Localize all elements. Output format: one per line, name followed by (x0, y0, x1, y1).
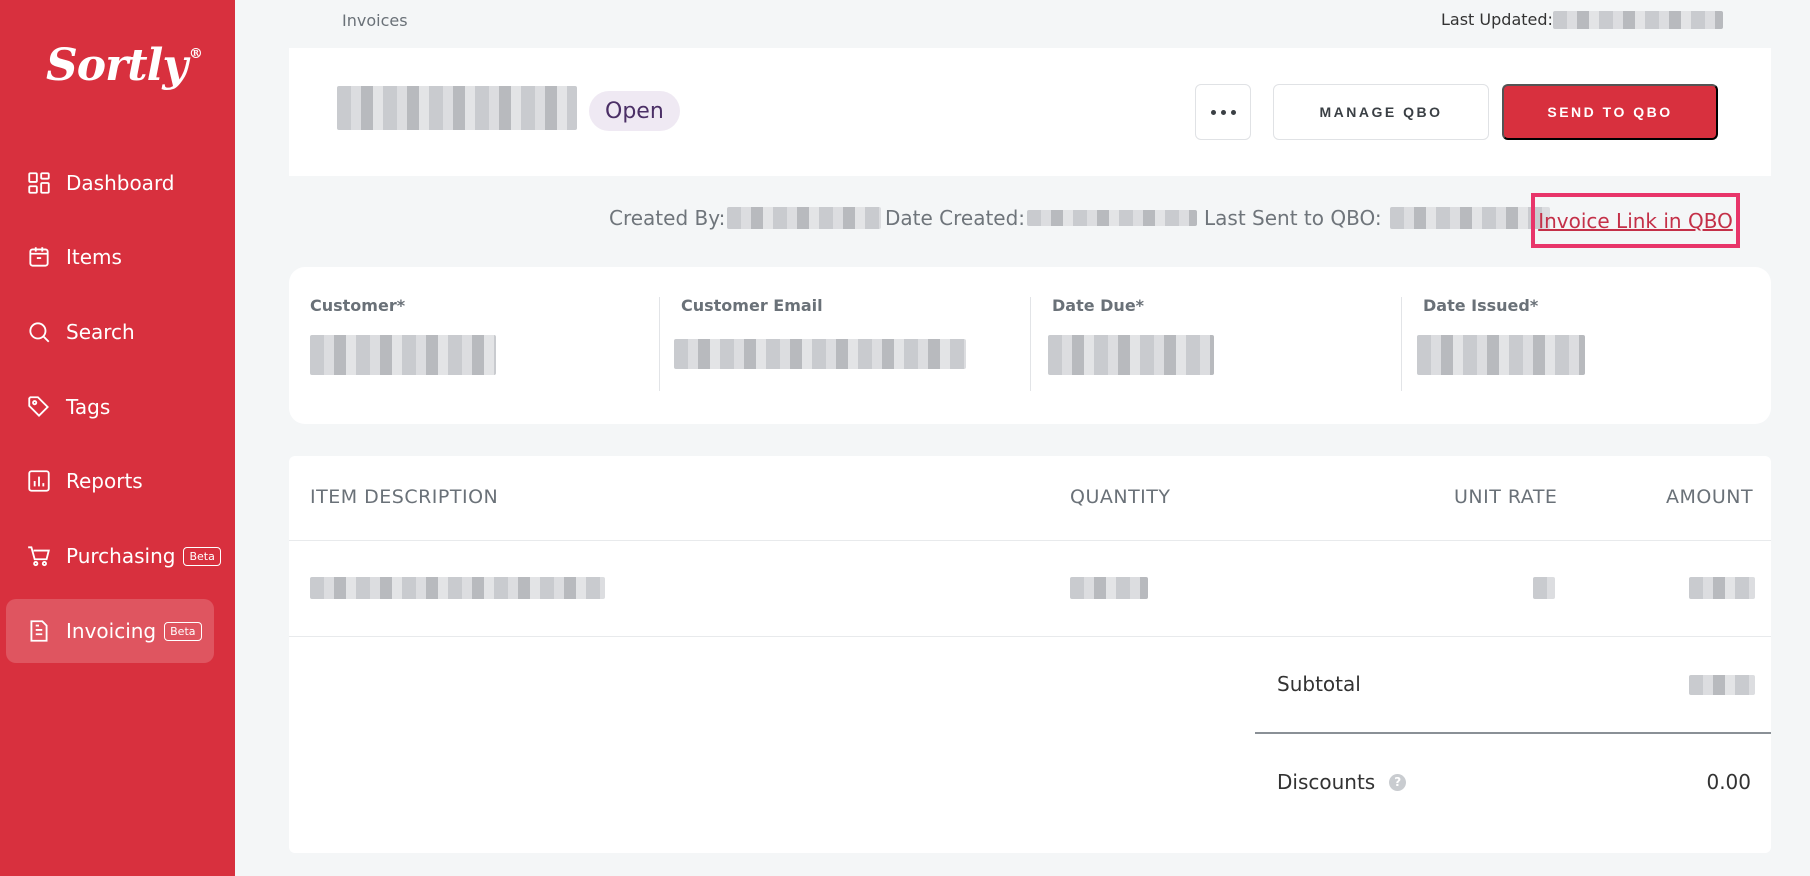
created-by: Created By: (609, 206, 882, 230)
beta-badge: Beta (164, 621, 202, 641)
summary-divider (1255, 732, 1771, 734)
help-icon[interactable]: ? (1389, 773, 1407, 791)
search-icon (26, 319, 52, 345)
last-updated: Last Updated: (1441, 10, 1723, 29)
status-badge: Open (589, 91, 680, 131)
date-issued-label: Date Issued* (1423, 296, 1539, 315)
item-amount-redacted (1689, 577, 1755, 599)
date-due-value-redacted (1048, 335, 1214, 375)
invoice-icon (26, 618, 52, 644)
last-sent: Last Sent to QBO: (1204, 206, 1550, 230)
cart-icon (26, 543, 52, 569)
sidebar-item-label: Dashboard (66, 171, 175, 195)
discounts-value[interactable]: 0.00 (1706, 770, 1751, 794)
beta-badge: Beta (183, 546, 221, 566)
sortly-logo[interactable]: Sortly ® (46, 40, 203, 91)
invoice-items: ITEM DESCRIPTION QUANTITY UNIT RATE AMOU… (289, 456, 1771, 853)
item-description-redacted (310, 577, 605, 599)
date-due-label: Date Due* (1052, 296, 1145, 315)
sidebar-item-label: Reports (66, 469, 143, 493)
customer-value-redacted (310, 335, 496, 375)
sidebar-item-purchasing[interactable]: Purchasing Beta (6, 524, 221, 588)
sidebar-item-label: Purchasing (66, 544, 176, 568)
last-updated-value-redacted (1552, 10, 1723, 29)
sidebar-item-search[interactable]: Search (6, 300, 214, 364)
items-icon (26, 244, 52, 270)
date-created-label: Date Created: (885, 206, 1026, 230)
invoice-header: Open MANAGE QBO SEND TO QBO (289, 48, 1771, 176)
customer-label: Customer* (310, 296, 406, 315)
date-created-value-redacted (1027, 210, 1198, 226)
sidebar-item-reports[interactable]: Reports (6, 449, 214, 513)
invoice-number-redacted (337, 86, 577, 130)
item-quantity-redacted (1070, 577, 1148, 599)
sidebar-item-label: Invoicing (66, 619, 157, 643)
customer-field[interactable]: Customer* (289, 287, 660, 387)
invoice-link-highlight: Invoice Link in QBO (1531, 193, 1740, 248)
subtotal-value-redacted (1689, 675, 1755, 695)
column-header-quantity: QUANTITY (1070, 486, 1171, 508)
customer-email-label: Customer Email (681, 296, 823, 315)
last-sent-label: Last Sent to QBO: (1204, 206, 1382, 230)
sidebar-item-items[interactable]: Items (6, 225, 214, 289)
sidebar-item-label: Items (66, 245, 122, 269)
sidebar-item-tags[interactable]: Tags (6, 375, 214, 439)
sidebar-item-dashboard[interactable]: Dashboard (6, 151, 214, 215)
column-header-unit-rate: UNIT RATE (1454, 486, 1558, 508)
date-issued-field[interactable]: Date Issued* (1402, 287, 1773, 387)
date-due-field[interactable]: Date Due* (1031, 287, 1402, 387)
dashboard-icon (26, 170, 52, 196)
column-header-description: ITEM DESCRIPTION (310, 486, 499, 508)
created-by-value-redacted (727, 207, 882, 229)
discounts-label: Discounts (1277, 770, 1376, 794)
discounts-row: Discounts ? (1277, 770, 1407, 794)
last-sent-value-redacted (1389, 207, 1550, 229)
invoice-fields: Customer* Customer Email Date Due* Date … (289, 267, 1771, 424)
sidebar-item-invoicing[interactable]: Invoicing Beta (6, 599, 214, 663)
column-header-amount: AMOUNT (1666, 486, 1754, 508)
invoice-link-in-qbo[interactable]: Invoice Link in QBO (1538, 209, 1733, 233)
reports-icon (26, 468, 52, 494)
more-options-button[interactable] (1195, 84, 1251, 140)
manage-qbo-button[interactable]: MANAGE QBO (1273, 84, 1489, 140)
item-unit-rate-redacted (1533, 577, 1555, 599)
date-created: Date Created: (885, 206, 1198, 230)
row-divider (289, 636, 1771, 637)
last-updated-label: Last Updated: (1441, 10, 1553, 29)
customer-email-value-redacted (674, 339, 966, 369)
breadcrumb[interactable]: Invoices (342, 11, 408, 30)
header-divider (289, 540, 1771, 541)
sidebar-item-label: Search (66, 320, 135, 344)
sidebar-item-label: Tags (66, 395, 111, 419)
tag-icon (26, 394, 52, 420)
sidebar: Sortly ® Dashboard Items Search Tags Repo… (0, 0, 235, 876)
send-to-qbo-button[interactable]: SEND TO QBO (1502, 84, 1718, 140)
date-issued-value-redacted (1417, 335, 1585, 375)
subtotal-label: Subtotal (1277, 672, 1361, 696)
customer-email-field[interactable]: Customer Email (660, 287, 1031, 387)
created-by-label: Created By: (609, 206, 726, 230)
